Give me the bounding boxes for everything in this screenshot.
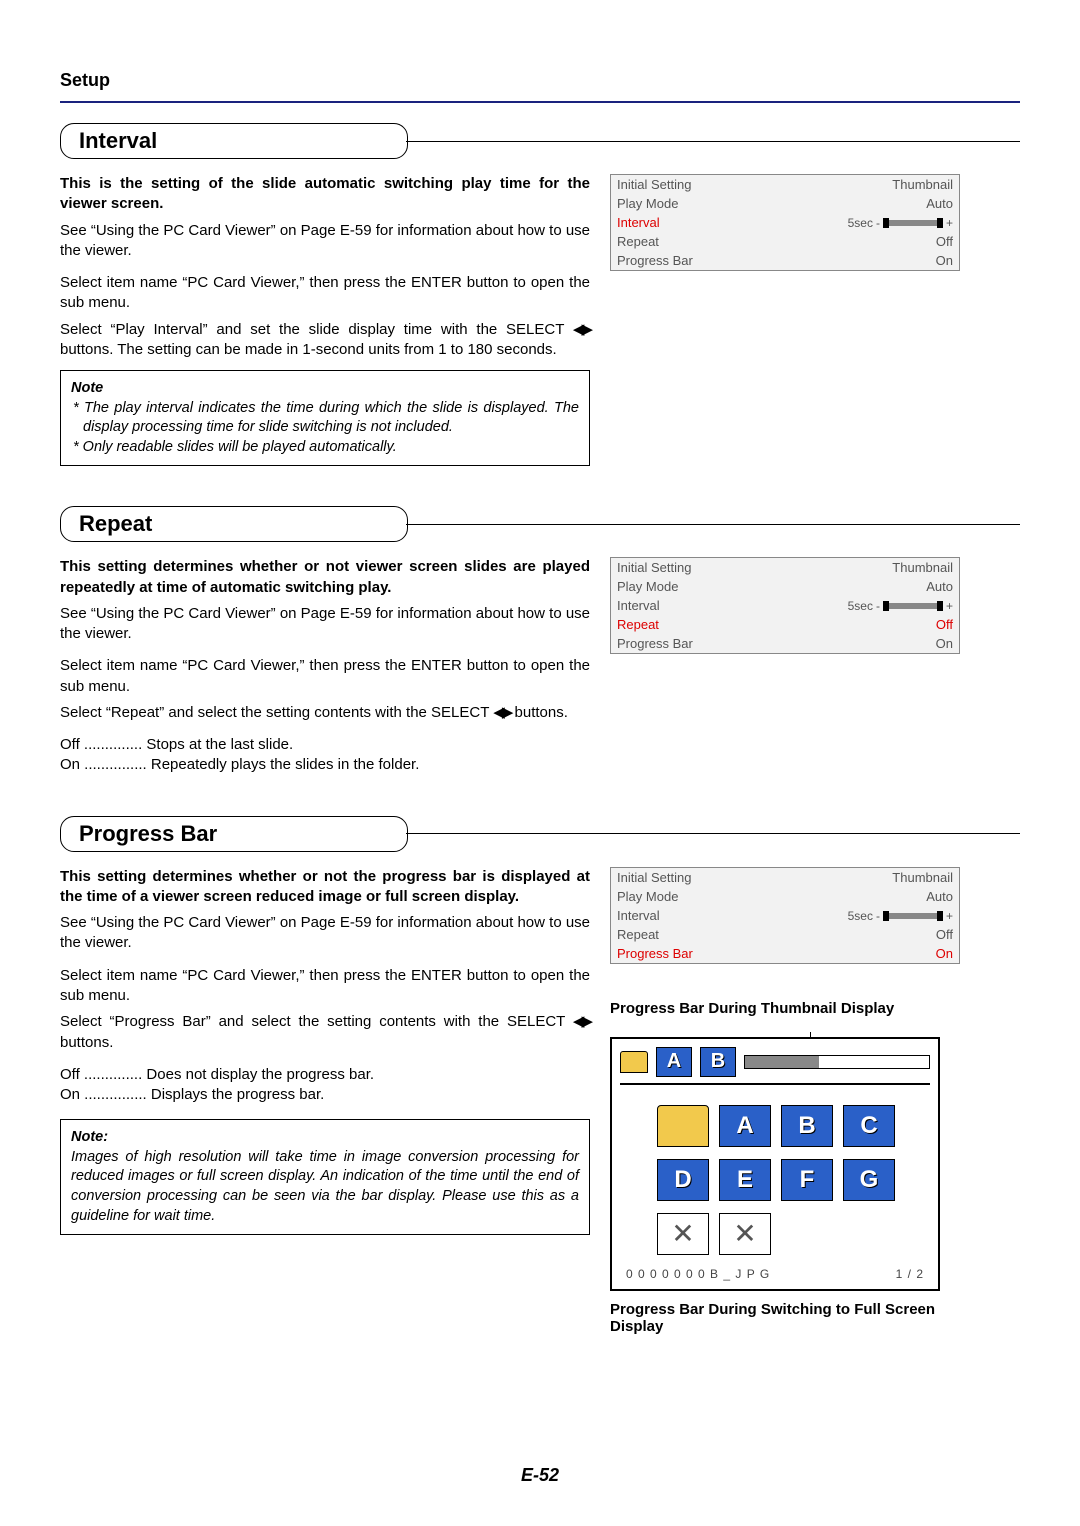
filename-text: 0 0 0 0 0 0 0 B _ J P G: [626, 1267, 770, 1281]
interval-p4: Select “Play Interval” and set the slide…: [60, 320, 590, 361]
thumb-letter: A: [656, 1047, 692, 1077]
thumbnail-topbar: A B: [620, 1047, 930, 1085]
section-interval: Interval This is the setting of the slid…: [60, 123, 1020, 466]
repeat-p4: Select “Repeat” and select the setting c…: [60, 703, 590, 723]
progress-p1: This setting determines whether or not t…: [60, 867, 590, 908]
txt: buttons. The setting can be made in 1-se…: [60, 341, 557, 358]
grid-letter: G: [843, 1159, 895, 1201]
interval-note: Note * The play interval indicates the t…: [60, 370, 590, 466]
folder-icon: [620, 1051, 648, 1073]
caption-thumb: Progress Bar During Thumbnail Display: [610, 1000, 960, 1017]
grid-letter: B: [781, 1105, 833, 1147]
section-repeat: Repeat This setting determines whether o…: [60, 506, 1020, 775]
repeat-p3: Select item name “PC Card Viewer,” then …: [60, 656, 590, 697]
broken-icon: ✕: [657, 1213, 709, 1255]
repeat-title: Repeat: [60, 506, 408, 542]
progress-title: Progress Bar: [60, 816, 408, 852]
thumb-letter: B: [700, 1047, 736, 1077]
osd-interval: Initial SettingThumbnail Play ModeAuto I…: [610, 174, 960, 271]
osd-progress: Initial SettingThumbnail Play ModeAuto I…: [610, 867, 960, 964]
folder-icon: [657, 1105, 709, 1147]
section-progress: Progress Bar This setting determines whe…: [60, 816, 1020, 1341]
txt: Select “Progress Bar” and select the set…: [60, 1013, 573, 1030]
interval-p2: See “Using the PC Card Viewer” on Page E…: [60, 221, 590, 262]
note-title: Note:: [71, 1128, 579, 1148]
title-rule: [406, 141, 1020, 142]
interval-p3: Select item name “PC Card Viewer,” then …: [60, 273, 590, 314]
osd-repeat: Initial SettingThumbnail Play ModeAuto I…: [610, 557, 960, 654]
repeat-p2: See “Using the PC Card Viewer” on Page E…: [60, 604, 590, 645]
thumbnail-display: A B A B C D E F G ✕ ✕ 0 0 0 0 0: [610, 1037, 940, 1291]
header-rule: [60, 101, 1020, 103]
txt: Select “Play Interval” and set the slide…: [60, 321, 573, 338]
progress-p2: See “Using the PC Card Viewer” on Page E…: [60, 913, 590, 954]
note-title: Note: [71, 379, 579, 399]
page-text: 1 / 2: [896, 1267, 924, 1281]
caption-fullscreen: Progress Bar During Switching to Full Sc…: [610, 1301, 960, 1335]
title-rule: [406, 524, 1020, 525]
txt: Select “Repeat” and select the setting c…: [60, 704, 493, 721]
grid-letter: C: [843, 1105, 895, 1147]
page-number: E-52: [0, 1465, 1080, 1486]
interval-p1: This is the setting of the slide automat…: [60, 174, 590, 215]
txt: buttons.: [510, 704, 568, 721]
note-line: * Only readable slides will be played au…: [71, 438, 579, 458]
arrows-icon: ◀▶: [573, 1012, 590, 1032]
progress-track: [744, 1055, 930, 1069]
repeat-p1: This setting determines whether or not v…: [60, 557, 590, 598]
arrows-icon: ◀▶: [573, 320, 590, 340]
title-rule: [406, 833, 1020, 834]
note-body: Images of high resolution will take time…: [71, 1148, 579, 1226]
progress-p4: Select “Progress Bar” and select the set…: [60, 1012, 590, 1053]
progress-on-row: On ............... Displays the progress…: [60, 1085, 590, 1105]
repeat-on-row: On ............... Repeatedly plays the …: [60, 755, 590, 775]
interval-title: Interval: [60, 123, 408, 159]
txt: buttons.: [60, 1034, 113, 1051]
grid-letter: E: [719, 1159, 771, 1201]
note-line: * The play interval indicates the time d…: [71, 399, 579, 438]
repeat-off-row: Off .............. Stops at the last sli…: [60, 735, 590, 755]
arrows-icon: ◀▶: [493, 703, 510, 723]
grid-letter: A: [719, 1105, 771, 1147]
progress-note: Note: Images of high resolution will tak…: [60, 1119, 590, 1235]
broken-icon: ✕: [719, 1213, 771, 1255]
progress-off-row: Off .............. Does not display the …: [60, 1065, 590, 1085]
thumbnail-grid: A B C D E F G ✕ ✕: [620, 1085, 930, 1263]
grid-letter: D: [657, 1159, 709, 1201]
progress-p3: Select item name “PC Card Viewer,” then …: [60, 966, 590, 1007]
thumbnail-status: 0 0 0 0 0 0 0 B _ J P G 1 / 2: [620, 1263, 930, 1281]
grid-letter: F: [781, 1159, 833, 1201]
setup-header: Setup: [60, 70, 1020, 91]
